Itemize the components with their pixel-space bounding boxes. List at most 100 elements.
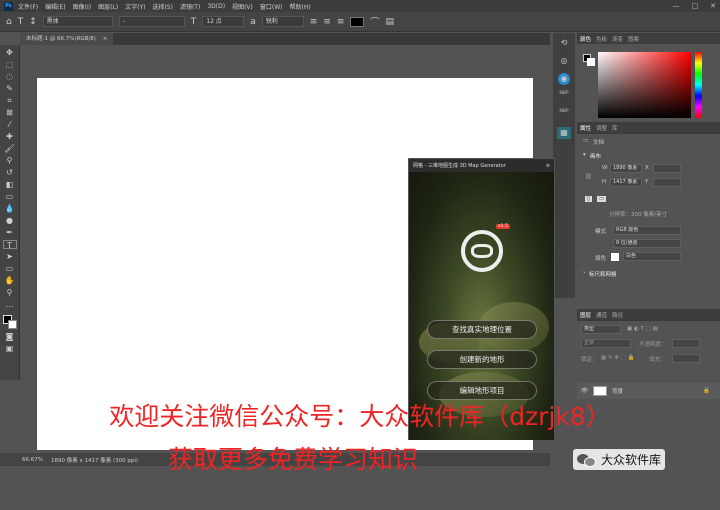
text-orientation-icon[interactable]: ↕ xyxy=(29,17,37,27)
color-picker-field[interactable] xyxy=(598,52,691,118)
menu-layer[interactable]: 图层(L) xyxy=(98,2,118,11)
plugin-menu-icon[interactable]: ≡ xyxy=(546,163,550,169)
find-real-location-button[interactable]: 查找真实地理位置 xyxy=(427,320,537,339)
tab-swatches[interactable]: 色板 xyxy=(596,35,607,43)
tab-adjustments[interactable]: 调整 xyxy=(596,124,607,132)
nbp-panel-b-icon[interactable]: NBP xyxy=(557,109,571,121)
fill-select[interactable]: 白色 xyxy=(623,252,681,261)
x-field[interactable] xyxy=(653,164,681,173)
path-select-tool-icon[interactable]: ➤ xyxy=(3,252,17,261)
lock-icons[interactable]: ▦ ✎ ✥ ⬚ 🔒 xyxy=(601,355,634,361)
eyedropper-tool-icon[interactable]: ⁄ xyxy=(3,120,17,129)
menu-3d[interactable]: 3D(D) xyxy=(207,3,225,10)
menu-help[interactable]: 帮助(H) xyxy=(290,2,311,11)
rectangle-tool-icon[interactable]: ▭ xyxy=(3,264,17,273)
minimize-button[interactable]: — xyxy=(673,2,680,10)
align-center-icon[interactable]: ≡ xyxy=(323,17,331,27)
layer-filter-icons[interactable]: ▣ ◐ T ⬚ ▤ xyxy=(627,326,658,332)
type-tool-icon[interactable]: T xyxy=(18,17,24,27)
section-rulers-chevron[interactable]: › xyxy=(583,270,585,276)
tab-layers[interactable]: 图层 xyxy=(580,311,591,319)
tab-channels[interactable]: 通道 xyxy=(596,311,607,319)
portrait-orientation-icon[interactable]: ▯ xyxy=(585,196,593,202)
zoom-tool-icon[interactable]: ⚲ xyxy=(3,288,17,297)
link-dimensions-icon[interactable]: ⛓ xyxy=(585,174,592,180)
lasso-tool-icon[interactable]: ◌ xyxy=(3,72,17,81)
warp-text-icon[interactable]: ⌒ xyxy=(370,15,379,28)
gradient-tool-icon[interactable]: ▭ xyxy=(3,192,17,201)
actions-panel-icon[interactable]: ◎ xyxy=(557,55,571,67)
marquee-tool-icon[interactable]: ⬚ xyxy=(3,60,17,69)
bit-depth-select[interactable]: 8 位/通道 xyxy=(613,239,681,248)
menu-select[interactable]: 选择(S) xyxy=(152,2,173,11)
layer-kind-filter[interactable]: 类型 xyxy=(581,325,621,334)
character-panel-icon[interactable]: ▤ xyxy=(385,17,394,27)
menu-window[interactable]: 窗口(W) xyxy=(260,2,283,11)
tab-libraries[interactable]: 库 xyxy=(612,124,618,132)
text-color-swatch[interactable] xyxy=(350,16,365,27)
maximize-button[interactable]: □ xyxy=(692,2,699,10)
font-size-select[interactable]: 12 点 xyxy=(202,16,245,27)
fill-opacity-field[interactable] xyxy=(672,354,700,363)
tab-color[interactable]: 颜色 xyxy=(580,35,591,43)
section-rulers-grids[interactable]: 标尺和网格 xyxy=(589,270,617,278)
screen-mode-icon[interactable]: ▣ xyxy=(3,344,17,353)
pen-tool-icon[interactable]: ✒ xyxy=(3,228,17,237)
height-field[interactable]: 1417 像素 xyxy=(610,178,642,187)
frame-tool-icon[interactable]: ⊠ xyxy=(3,108,17,117)
y-field[interactable] xyxy=(653,178,681,187)
align-right-icon[interactable]: ≡ xyxy=(337,17,345,27)
menu-edit[interactable]: 编辑(E) xyxy=(45,2,65,11)
width-field[interactable]: 1890 像素 xyxy=(610,164,642,173)
tab-patterns[interactable]: 图案 xyxy=(628,35,639,43)
color-panel-swatches[interactable] xyxy=(583,54,595,66)
hue-slider[interactable] xyxy=(695,52,702,118)
type-tool-icon[interactable]: T xyxy=(2,240,17,250)
visibility-eye-icon[interactable]: 👁 xyxy=(581,388,588,394)
align-left-icon[interactable]: ≡ xyxy=(310,17,318,27)
hand-tool-icon[interactable]: ✋ xyxy=(3,276,17,285)
map-generator-panel-icon[interactable]: ▦ xyxy=(557,127,571,139)
plugin-title-bar[interactable]: 网格 - 三维地图生成 3D Map Generator ≡ xyxy=(409,159,554,172)
landscape-orientation-icon[interactable]: ▭ xyxy=(597,196,607,202)
section-canvas-chevron[interactable]: ▾ xyxy=(583,152,586,158)
blend-mode-select[interactable]: 正常 xyxy=(581,339,631,348)
home-icon[interactable]: ⌂ xyxy=(6,17,12,27)
create-new-terrain-button[interactable]: 创建新的地形 xyxy=(427,350,537,369)
foreground-background-colors[interactable] xyxy=(2,315,17,329)
quick-mask-icon[interactable]: ◙ xyxy=(3,332,17,341)
plugin-panel-icon[interactable]: ◉ xyxy=(558,73,570,85)
tab-properties[interactable]: 属性 xyxy=(580,124,591,132)
healing-brush-tool-icon[interactable]: ✚ xyxy=(3,132,17,141)
opacity-field[interactable] xyxy=(672,339,700,348)
menu-view[interactable]: 视图(V) xyxy=(232,2,253,11)
crop-tool-icon[interactable]: ⌗ xyxy=(3,96,17,105)
font-family-select[interactable]: 黑体 xyxy=(42,16,113,27)
history-panel-icon[interactable]: ⟲ xyxy=(557,37,571,49)
eraser-tool-icon[interactable]: ◧ xyxy=(3,180,17,189)
mode-select[interactable]: RGB 颜色 xyxy=(613,226,681,235)
nbp-panel-a-icon[interactable]: NBP xyxy=(557,91,571,103)
fill-color-swatch[interactable] xyxy=(611,253,619,261)
move-tool-icon[interactable]: ✥ xyxy=(3,48,17,57)
antialias-select[interactable]: 锐利 xyxy=(261,16,304,27)
tab-paths[interactable]: 路径 xyxy=(612,311,623,319)
dodge-tool-icon[interactable]: ● xyxy=(3,216,17,225)
zoom-level[interactable]: 66.67% xyxy=(22,457,43,463)
background-color-swatch[interactable] xyxy=(7,320,17,329)
menu-image[interactable]: 图像(I) xyxy=(73,2,91,11)
document-tab[interactable]: 未标题-1 @ 66.7%(RGB/8) × xyxy=(20,33,114,45)
clone-stamp-tool-icon[interactable]: ⚲ xyxy=(3,156,17,165)
brush-tool-icon[interactable]: 🖌 xyxy=(3,144,17,153)
menu-filter[interactable]: 滤镜(T) xyxy=(180,2,200,11)
quick-select-tool-icon[interactable]: ✎ xyxy=(3,84,17,93)
close-tab-icon[interactable]: × xyxy=(103,36,108,42)
close-window-button[interactable]: ✕ xyxy=(710,2,716,10)
blur-tool-icon[interactable]: 💧 xyxy=(3,204,17,213)
history-brush-tool-icon[interactable]: ↺ xyxy=(3,168,17,177)
menu-type[interactable]: 文字(Y) xyxy=(125,2,145,11)
menu-file[interactable]: 文件(F) xyxy=(18,2,38,11)
more-tools-icon[interactable]: … xyxy=(3,300,17,309)
tab-gradients[interactable]: 渐变 xyxy=(612,35,623,43)
font-style-select[interactable]: - xyxy=(118,16,185,27)
